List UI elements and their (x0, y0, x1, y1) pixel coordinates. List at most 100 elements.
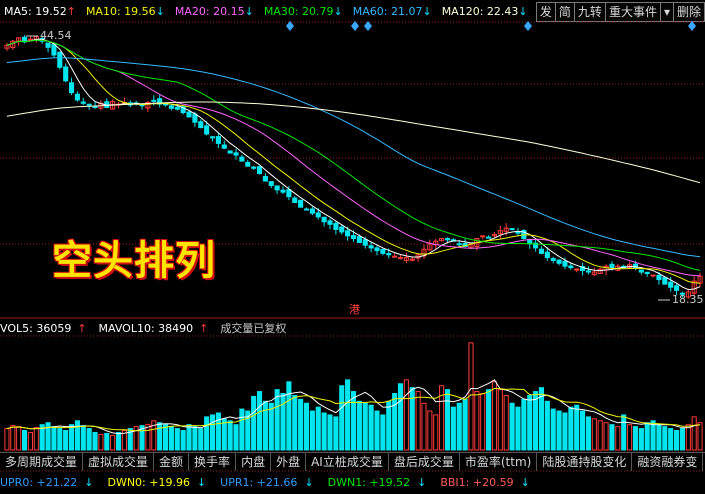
event-diamond-icon (364, 21, 372, 31)
volume-bar (239, 408, 245, 451)
candle-body (268, 181, 274, 186)
volume-bar (327, 414, 333, 451)
volume-bar (345, 379, 351, 451)
volume-bar (409, 387, 415, 451)
tab-10[interactable]: 融资融券变 (632, 453, 704, 471)
tab-1[interactable]: 虚拟成交量 (83, 453, 155, 471)
volume-bar (168, 426, 174, 451)
volume-bar (186, 424, 192, 451)
dwn1-legend: DWN1: +19.52 ↓ (327, 475, 427, 489)
candle-body (63, 66, 69, 82)
candle-body (198, 121, 204, 129)
tab-6[interactable]: AI立桩成交量 (306, 453, 389, 471)
volume-bar (568, 406, 574, 451)
mavol10-legend: MAVOL10: 38490 ↑ (98, 321, 209, 335)
candle-body (233, 152, 239, 156)
dwn0-legend: DWN0: +19.96 ↓ (107, 475, 207, 489)
volume-bar (315, 406, 321, 451)
volume-bar (597, 420, 603, 451)
volume-bar (421, 402, 427, 451)
candle-body (339, 226, 345, 233)
volume-bar (115, 431, 122, 451)
volume-bar (685, 424, 691, 451)
candle-body (380, 248, 386, 254)
candle-body (309, 208, 315, 214)
candle-body (585, 270, 592, 273)
mavol10-arrow-icon: ↑ (199, 321, 209, 335)
candle-body (227, 150, 233, 154)
bbi1-arrow-icon: ↓ (520, 475, 530, 489)
volume-bar (298, 398, 304, 451)
volume-bar (27, 431, 33, 451)
upr1-arrow-icon: ↓ (304, 475, 314, 489)
event-diamond-icon (688, 21, 696, 31)
candle-body (668, 281, 674, 288)
volume-bar (603, 422, 609, 451)
tab-3[interactable]: 换手率 (189, 453, 237, 471)
volume-bar (174, 428, 180, 451)
volume-bar (339, 385, 345, 451)
volume-bar (644, 422, 650, 451)
dwn0-arrow-icon: ↓ (196, 475, 207, 489)
candle-body (568, 265, 574, 269)
tab-4[interactable]: 内盘 (236, 453, 272, 471)
tab-7[interactable]: 盘后成交量 (389, 453, 460, 471)
volume-bar (350, 391, 357, 451)
candle-body (486, 236, 492, 239)
volume-mode-label[interactable]: 成交量已复权 (220, 320, 286, 336)
candle-body (456, 243, 462, 246)
event-diamond-icon (286, 21, 294, 31)
candle-body (251, 166, 257, 169)
volume-bar (45, 422, 51, 451)
volume-bar (392, 393, 398, 451)
candle-body (321, 216, 327, 223)
volume-bar (415, 391, 421, 451)
tab-8[interactable]: 市盈率(ttm) (460, 453, 538, 471)
candle-body (397, 257, 404, 260)
volume-bar (303, 402, 310, 451)
candle-body (362, 239, 368, 246)
candle-body (368, 245, 374, 249)
candle-body (57, 51, 63, 68)
tab-2[interactable]: 金额 (154, 453, 190, 471)
volume-bar (480, 393, 486, 451)
candle-body (656, 274, 662, 281)
volume-bar (544, 400, 550, 451)
volume-bar (621, 414, 627, 451)
tab-0[interactable]: 多周期成交量 (0, 453, 84, 471)
candle-body (356, 236, 362, 243)
dwn1-arrow-icon: ↓ (417, 475, 427, 489)
tab-9[interactable]: 陆股通持股变化 (537, 453, 633, 471)
candle-body (151, 99, 157, 102)
ma120-line (6, 101, 701, 184)
volume-bar (450, 406, 456, 451)
tab-5[interactable]: 外盘 (271, 453, 307, 471)
candle-body (638, 269, 644, 273)
volume-bar (286, 381, 292, 451)
volume-bar (4, 428, 10, 451)
volume-bar (333, 416, 339, 451)
volume-legend: VOL5: 36059 ↑ MAVOL10: 38490 ↑ 成交量已复权 (0, 320, 292, 336)
volume-bar (268, 402, 274, 451)
vol5-arrow-icon: ↑ (77, 321, 87, 335)
candle-body (239, 156, 245, 162)
candle-body (556, 259, 562, 264)
volume-bar (380, 414, 386, 451)
volume-bar (580, 410, 586, 451)
volume-bar (51, 426, 57, 451)
hk-connect-marker: 港 (349, 303, 360, 316)
low-price-label: 18.35 (672, 293, 704, 306)
volume-bar (433, 414, 439, 451)
volume-bar (16, 426, 22, 451)
volume-bar (86, 428, 92, 451)
volume-bar (80, 425, 86, 451)
candle-body (315, 212, 321, 218)
volume-bar (309, 410, 315, 451)
candle-body (644, 271, 650, 275)
volume-bar (162, 424, 169, 451)
candle-body (574, 268, 580, 271)
volume-bar (292, 394, 298, 451)
indicator-legend: UPR0: +21.22 ↓ DWN0: +19.96 ↓ UPR1: +21.66… (0, 472, 705, 492)
volume-bar (274, 389, 280, 451)
volume-bar (562, 412, 568, 451)
